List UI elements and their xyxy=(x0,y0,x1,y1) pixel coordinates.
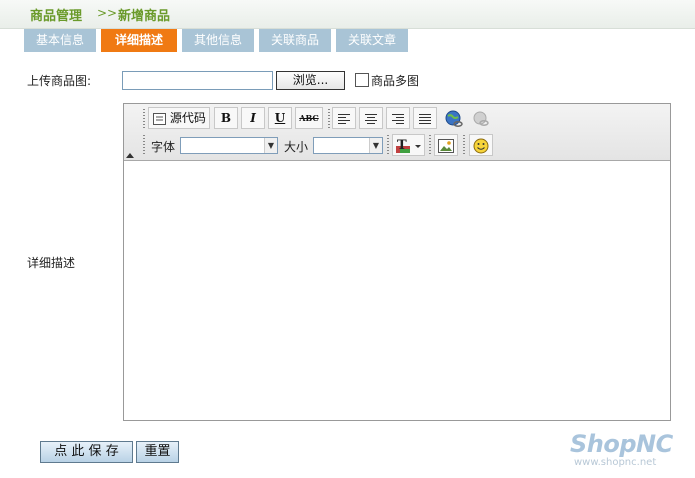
source-code-button[interactable]: 源代码 xyxy=(148,107,210,129)
image-icon xyxy=(438,138,454,153)
shopnc-logo: ShopNC www.shopnc.net xyxy=(570,430,688,470)
editor-content-area[interactable] xyxy=(124,161,670,420)
toolbar-grip xyxy=(387,135,389,155)
toolbar-grip xyxy=(143,109,145,129)
source-code-icon xyxy=(153,112,166,125)
align-right-icon xyxy=(392,113,404,124)
unlink-button[interactable] xyxy=(469,107,493,129)
editor-toolbar: 源代码 B I U ABC 字体 ▼ 大小 ▼ T xyxy=(124,104,670,161)
upload-image-label: 上传商品图: xyxy=(27,74,92,88)
size-select[interactable]: ▼ xyxy=(313,137,383,154)
align-left-button[interactable] xyxy=(332,107,356,129)
page-title: 新增商品 xyxy=(118,9,171,24)
upload-image-path-input[interactable] xyxy=(122,71,273,90)
align-justify-icon xyxy=(419,113,431,124)
multi-image-label: 商品多图 xyxy=(371,74,420,88)
rich-text-editor: 源代码 B I U ABC 字体 ▼ 大小 ▼ T xyxy=(123,103,671,421)
smiley-icon xyxy=(473,138,489,153)
insert-image-button[interactable] xyxy=(434,134,458,156)
tab-basic-info[interactable]: 基本信息 xyxy=(24,29,96,52)
italic-button[interactable]: I xyxy=(241,107,265,129)
text-color-button[interactable]: T xyxy=(392,134,425,156)
link-globe-icon xyxy=(445,110,463,127)
toolbar-grip xyxy=(328,109,330,129)
toolbar-grip xyxy=(463,135,465,155)
tab-other-info[interactable]: 其他信息 xyxy=(182,29,254,52)
source-code-label: 源代码 xyxy=(169,111,206,125)
unlink-icon xyxy=(473,111,489,126)
browse-button[interactable]: 浏览... xyxy=(276,71,345,90)
size-label: 大小 xyxy=(284,140,309,154)
multi-image-checkbox[interactable] xyxy=(355,73,369,87)
save-button[interactable]: 点 此 保 存 xyxy=(40,441,133,463)
reset-button[interactable]: 重置 xyxy=(136,441,179,463)
title-bar: 商品管理 >> 新增商品 xyxy=(0,0,695,29)
align-right-button[interactable] xyxy=(386,107,410,129)
breadcrumb-section[interactable]: 商品管理 xyxy=(30,5,82,24)
tab-related-products[interactable]: 关联商品 xyxy=(259,29,331,52)
collapse-toolbar-icon[interactable] xyxy=(126,153,134,158)
chevron-down-icon: ▼ xyxy=(264,138,277,153)
breadcrumb-separator: >> xyxy=(97,6,118,20)
detail-description-label: 详细描述 xyxy=(27,256,76,270)
insert-emoticon-button[interactable] xyxy=(469,134,493,156)
text-color-icon: T xyxy=(395,138,421,153)
underline-button[interactable]: U xyxy=(268,107,292,129)
toolbar-grip xyxy=(143,135,145,155)
insert-link-button[interactable] xyxy=(442,107,466,129)
align-justify-button[interactable] xyxy=(413,107,437,129)
tab-related-articles[interactable]: 关联文章 xyxy=(336,29,408,52)
align-left-icon xyxy=(338,113,350,124)
chevron-down-icon: ▼ xyxy=(369,138,382,153)
tab-detail-description[interactable]: 详细描述 xyxy=(101,29,177,52)
bold-button[interactable]: B xyxy=(214,107,238,129)
font-label: 字体 xyxy=(151,140,176,154)
strikethrough-button[interactable]: ABC xyxy=(295,107,323,129)
align-center-icon xyxy=(365,113,377,124)
logo-url: www.shopnc.net xyxy=(574,457,657,468)
toolbar-grip xyxy=(429,135,431,155)
align-center-button[interactable] xyxy=(359,107,383,129)
text-color-glyph: T xyxy=(397,138,407,153)
font-select[interactable]: ▼ xyxy=(180,137,278,154)
logo-text: ShopNC xyxy=(570,430,673,458)
